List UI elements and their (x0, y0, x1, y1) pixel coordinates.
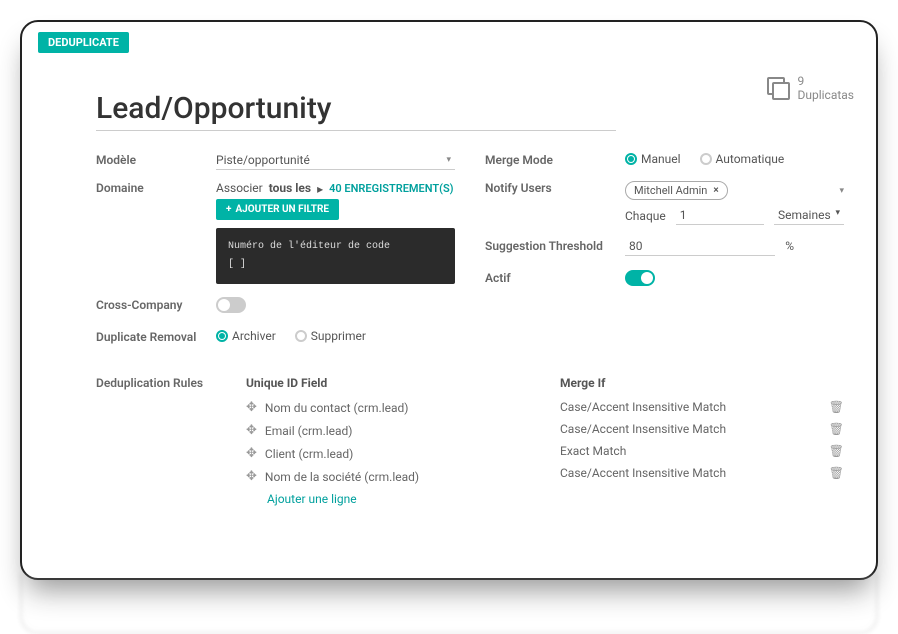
label-actif: Actif (485, 271, 625, 285)
label-threshold: Suggestion Threshold (485, 239, 625, 253)
chevron-down-icon: ▾ (835, 208, 840, 222)
left-column: Modèle Piste/opportunité ▾ Domaine Assoc… (96, 149, 455, 358)
plus-icon: + (226, 204, 231, 215)
add-filter-button[interactable]: + AJOUTER UN FILTRE (216, 199, 339, 220)
rule-row[interactable]: ✥Nom de la société (crm.lead) (246, 469, 530, 484)
radio-icon (216, 330, 228, 342)
drag-icon[interactable]: ✥ (246, 469, 257, 484)
label-notify-users: Notify Users (485, 181, 625, 195)
removal-delete-radio[interactable]: Supprimer (295, 329, 366, 343)
threshold-input[interactable]: 80 (625, 237, 775, 256)
rule-row[interactable]: Exact Match🗑 (560, 444, 844, 458)
chevron-down-icon: ▾ (446, 155, 451, 165)
drag-icon[interactable]: ✥ (246, 423, 257, 438)
radio-icon (295, 330, 307, 342)
rule-row[interactable]: ✥Client (crm.lead) (246, 446, 530, 461)
app-card: DEDUPLICATE 9 Duplicatas Lead/Opportunit… (20, 20, 878, 580)
cross-company-toggle[interactable] (216, 297, 246, 313)
user-chip[interactable]: Mitchell Admin × (625, 181, 728, 200)
rule-row[interactable]: Case/Accent Insensitive Match🗑 (560, 466, 844, 480)
label-merge-mode: Merge Mode (485, 153, 625, 167)
trash-icon[interactable]: 🗑 (829, 400, 844, 414)
unique-id-column: Unique ID Field ✥Nom du contact (crm.lea… (246, 376, 530, 506)
merge-if-column: Merge If Case/Accent Insensitive Match🗑 … (560, 376, 844, 506)
right-column: Merge Mode Manuel Automatique Notify Use… (485, 149, 844, 358)
domain-summary: Associer tous les ▸ 40 ENREGISTREMENT(S) (216, 181, 455, 195)
label-cross-company: Cross-Company (96, 298, 216, 312)
removal-archive-radio[interactable]: Archiver (216, 329, 276, 343)
radio-icon (700, 153, 712, 165)
label-duplicate-removal: Duplicate Removal (96, 330, 216, 344)
code-editor[interactable]: Numéro de l'éditeur de code [ ] (216, 228, 455, 284)
rule-row[interactable]: ✥Nom du contact (crm.lead) (246, 400, 530, 415)
deduplicate-tag: DEDUPLICATE (38, 32, 129, 53)
trash-icon[interactable]: 🗑 (829, 422, 844, 436)
period-select[interactable]: Semaines ▾ (774, 206, 844, 225)
copy-icon (767, 77, 789, 99)
add-line-link[interactable]: Ajouter une ligne (267, 492, 530, 506)
close-icon[interactable]: × (713, 185, 718, 196)
rule-row[interactable]: Case/Accent Insensitive Match🗑 (560, 400, 844, 414)
label-domain: Domaine (96, 181, 216, 195)
active-toggle[interactable] (625, 270, 655, 286)
merge-auto-radio[interactable]: Automatique (700, 152, 785, 166)
label-model: Modèle (96, 153, 216, 167)
duplicates-indicator[interactable]: 9 Duplicatas (767, 74, 854, 103)
duplicates-count: 9 (797, 74, 854, 88)
drag-icon[interactable]: ✥ (246, 400, 257, 415)
chevron-down-icon[interactable]: ▾ (839, 186, 844, 196)
trash-icon[interactable]: 🗑 (829, 444, 844, 458)
records-link[interactable]: 40 ENREGISTREMENT(S) (329, 182, 453, 195)
rule-row[interactable]: Case/Accent Insensitive Match🗑 (560, 422, 844, 436)
interval-input[interactable]: 1 (676, 206, 764, 225)
drag-icon[interactable]: ✥ (246, 446, 257, 461)
radio-icon (625, 153, 637, 165)
duplicates-label: Duplicatas (797, 88, 854, 102)
rule-row[interactable]: ✥Email (crm.lead) (246, 423, 530, 438)
merge-manual-radio[interactable]: Manuel (625, 152, 681, 166)
page-title: Lead/Opportunity (96, 91, 616, 131)
trash-icon[interactable]: 🗑 (829, 466, 844, 480)
label-dedup-rules: Deduplication Rules (96, 376, 216, 506)
model-select[interactable]: Piste/opportunité ▾ (216, 151, 455, 170)
